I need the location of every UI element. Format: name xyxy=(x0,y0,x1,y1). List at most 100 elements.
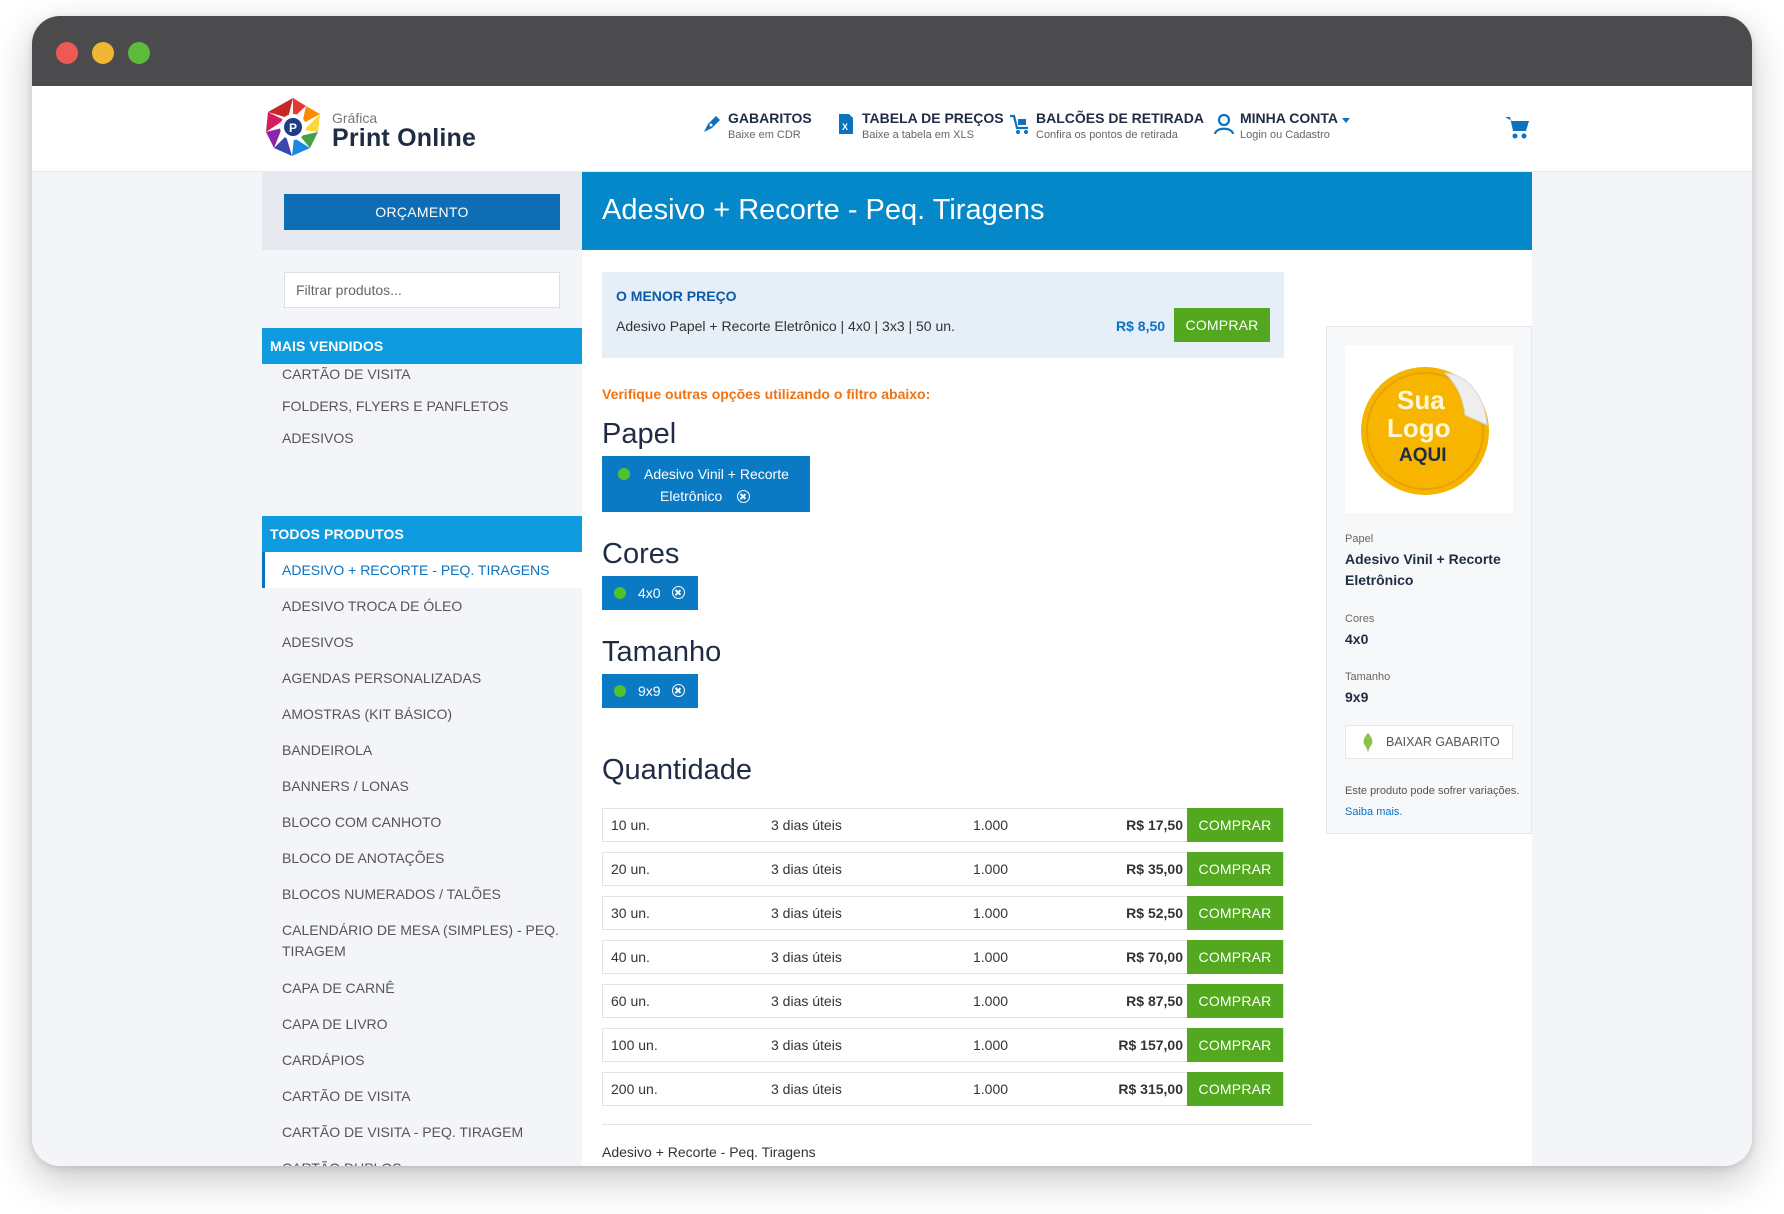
product-item[interactable]: CAPA DE CARNÊ xyxy=(262,978,582,999)
nav-price-table-title: TABELA DE PREÇOS xyxy=(862,110,1004,126)
quantity-days: 3 dias úteis xyxy=(771,993,842,1009)
nav-price-table[interactable]: X TABELA DE PREÇOS Baixe a tabela em XLS xyxy=(834,110,1004,150)
logo-mark-icon: P xyxy=(266,98,320,156)
filter-hint: Verifique outras opções utilizando o fil… xyxy=(602,386,931,402)
buy-button[interactable]: COMPRAR xyxy=(1187,984,1283,1018)
product-item-active[interactable]: ADESIVO + RECORTE - PEQ. TIRAGENS xyxy=(262,552,582,588)
best-sellers-heading: MAIS VENDIDOS xyxy=(262,328,582,364)
product-item[interactable]: AMOSTRAS (KIT BÁSICO) xyxy=(262,704,582,725)
nav-pickup-points[interactable]: BALCÕES DE RETIRADA Confira os pontos de… xyxy=(1008,110,1204,150)
product-item[interactable]: CAPA DE LIVRO xyxy=(262,1014,582,1035)
quantity-days: 3 dias úteis xyxy=(771,905,842,921)
product-item[interactable]: ADESIVOS xyxy=(262,632,582,653)
product-item[interactable]: ADESIVO TROCA DE ÓLEO xyxy=(262,596,582,617)
all-products-heading: TODOS PRODUTOS xyxy=(262,516,582,552)
product-item[interactable]: BLOCOS NUMERADOS / TALÕES xyxy=(262,884,582,905)
best-seller-item[interactable]: FOLDERS, FLYERS E PANFLETOS xyxy=(262,396,582,417)
colors-section-title: Cores xyxy=(602,538,680,570)
sticker-text-2: Logo xyxy=(1387,413,1451,443)
quantity-volume: 1.000 xyxy=(973,905,1009,921)
quantity-days: 3 dias úteis xyxy=(771,817,842,833)
quantity-amount: 20 un. xyxy=(611,861,650,877)
quantity-row: 10 un. 3 dias úteis 1.000 R$ 17,50 COMPR… xyxy=(602,808,1284,842)
paper-filter-chip[interactable]: Adesivo Vinil + Recorte Eletrônico xyxy=(602,456,810,512)
paper-section-title: Papel xyxy=(602,418,677,450)
summary-size-value: 9x9 xyxy=(1345,689,1369,705)
product-banner: Adesivo + Recorte - Peq. Tiragens xyxy=(582,172,1532,250)
product-item[interactable]: BANNERS / LONAS xyxy=(262,776,582,797)
shopping-cart-icon[interactable] xyxy=(1504,114,1530,140)
quantity-days: 3 dias úteis xyxy=(771,949,842,965)
product-item[interactable]: CARTÃO DE VISITA - PEQ. TIRAGEM xyxy=(262,1122,582,1143)
summary-paper-label: Papel xyxy=(1345,533,1374,545)
variation-note: Este produto pode sofrer variações. Saib… xyxy=(1345,781,1520,823)
quantity-amount: 30 un. xyxy=(611,905,650,921)
summary-size-label: Tamanho xyxy=(1345,671,1391,683)
learn-more-link[interactable]: Saiba mais. xyxy=(1345,806,1402,818)
product-item[interactable]: BANDEIROLA xyxy=(262,740,582,761)
product-item[interactable]: CARDÁPIOS xyxy=(262,1050,582,1071)
quote-button[interactable]: ORÇAMENTO xyxy=(284,194,560,230)
buy-button[interactable]: COMPRAR xyxy=(1187,808,1283,842)
sidebar: ORÇAMENTO MAIS VENDIDOS CARTÃO DE VISITA… xyxy=(262,172,582,1166)
remove-filter-icon[interactable] xyxy=(672,586,685,599)
pen-icon xyxy=(704,116,720,132)
buy-button[interactable]: COMPRAR xyxy=(1187,852,1283,886)
sticker-text-3: AQUI xyxy=(1399,445,1447,466)
site-logo[interactable]: P Gráfica Print Online xyxy=(262,96,482,162)
quantity-price: R$ 17,50 xyxy=(1126,817,1183,833)
buy-button[interactable]: COMPRAR xyxy=(1187,1072,1283,1106)
window-titlebar xyxy=(32,16,1752,86)
colors-chip-label: 4x0 xyxy=(638,585,661,601)
user-icon xyxy=(1213,113,1235,135)
download-template-icon xyxy=(1363,733,1373,753)
quantity-volume: 1.000 xyxy=(973,1037,1009,1053)
divider xyxy=(602,1124,1312,1125)
product-item[interactable]: AGENDAS PERSONALIZADAS xyxy=(262,668,582,689)
quantity-row: 60 un. 3 dias úteis 1.000 R$ 87,50 COMPR… xyxy=(602,984,1284,1018)
nav-account-sub: Login ou Cadastro xyxy=(1240,129,1330,141)
quantity-volume: 1.000 xyxy=(973,1081,1009,1097)
nav-account-title: MINHA CONTA xyxy=(1240,110,1338,126)
sidebar-top: ORÇAMENTO xyxy=(262,172,582,250)
svg-text:P: P xyxy=(289,121,297,135)
site-header: P Gráfica Print Online GABARITOS Baixe e… xyxy=(32,86,1752,172)
best-price-buy-button[interactable]: COMPRAR xyxy=(1174,308,1270,342)
quantity-row: 200 un. 3 dias úteis 1.000 R$ 315,00 COM… xyxy=(602,1072,1284,1106)
logo-title: Print Online xyxy=(332,124,477,152)
nav-pickup-sub: Confira os pontos de retirada xyxy=(1036,129,1178,141)
nav-gabaritos[interactable]: GABARITOS Baixe em CDR xyxy=(700,110,812,150)
size-filter-chip[interactable]: 9x9 xyxy=(602,674,698,708)
product-item[interactable]: BLOCO COM CANHOTO xyxy=(262,812,582,833)
selected-dot-icon xyxy=(618,468,630,480)
variation-note-text: Este produto pode sofrer variações. xyxy=(1345,785,1520,797)
quantity-row: 30 un. 3 dias úteis 1.000 R$ 52,50 COMPR… xyxy=(602,896,1284,930)
buy-button[interactable]: COMPRAR xyxy=(1187,940,1283,974)
delivery-cart-icon xyxy=(1010,114,1028,134)
buy-button[interactable]: COMPRAR xyxy=(1187,1028,1283,1062)
remove-filter-icon[interactable] xyxy=(737,490,750,503)
remove-filter-icon[interactable] xyxy=(672,684,685,697)
nav-my-account[interactable]: MINHA CONTA Login ou Cadastro xyxy=(1212,110,1352,150)
buy-button[interactable]: COMPRAR xyxy=(1187,896,1283,930)
selected-dot-icon xyxy=(614,587,626,599)
colors-filter-chip[interactable]: 4x0 xyxy=(602,576,698,610)
best-price-value: R$ 8,50 xyxy=(1116,318,1166,334)
sticker-text-1: Sua xyxy=(1397,385,1445,415)
product-item[interactable]: BLOCO DE ANOTAÇÕES xyxy=(262,848,582,869)
summary-paper-value: Adesivo Vinil + Recorte Eletrônico xyxy=(1345,551,1501,588)
download-template-button[interactable]: BAIXAR GABARITO xyxy=(1345,725,1513,759)
quantity-volume: 1.000 xyxy=(973,861,1009,877)
maximize-window-button[interactable] xyxy=(128,42,150,64)
product-item[interactable]: CARTÃO DUPLOS xyxy=(262,1158,582,1166)
quantity-days: 3 dias úteis xyxy=(771,1081,842,1097)
product-item[interactable]: CALENDÁRIO DE MESA (SIMPLES) - PEQ. TIRA… xyxy=(262,920,562,962)
minimize-window-button[interactable] xyxy=(92,42,114,64)
best-seller-item[interactable]: ADESIVOS xyxy=(262,428,582,449)
product-thumbnail: Sua Logo AQUI xyxy=(1345,345,1513,513)
product-item[interactable]: CARTÃO DE VISITA xyxy=(262,1086,582,1107)
close-window-button[interactable] xyxy=(56,42,78,64)
best-seller-item[interactable]: CARTÃO DE VISITA xyxy=(262,364,582,385)
nav-gabaritos-sub: Baixe em CDR xyxy=(728,129,801,141)
product-filter-input[interactable] xyxy=(284,272,560,308)
